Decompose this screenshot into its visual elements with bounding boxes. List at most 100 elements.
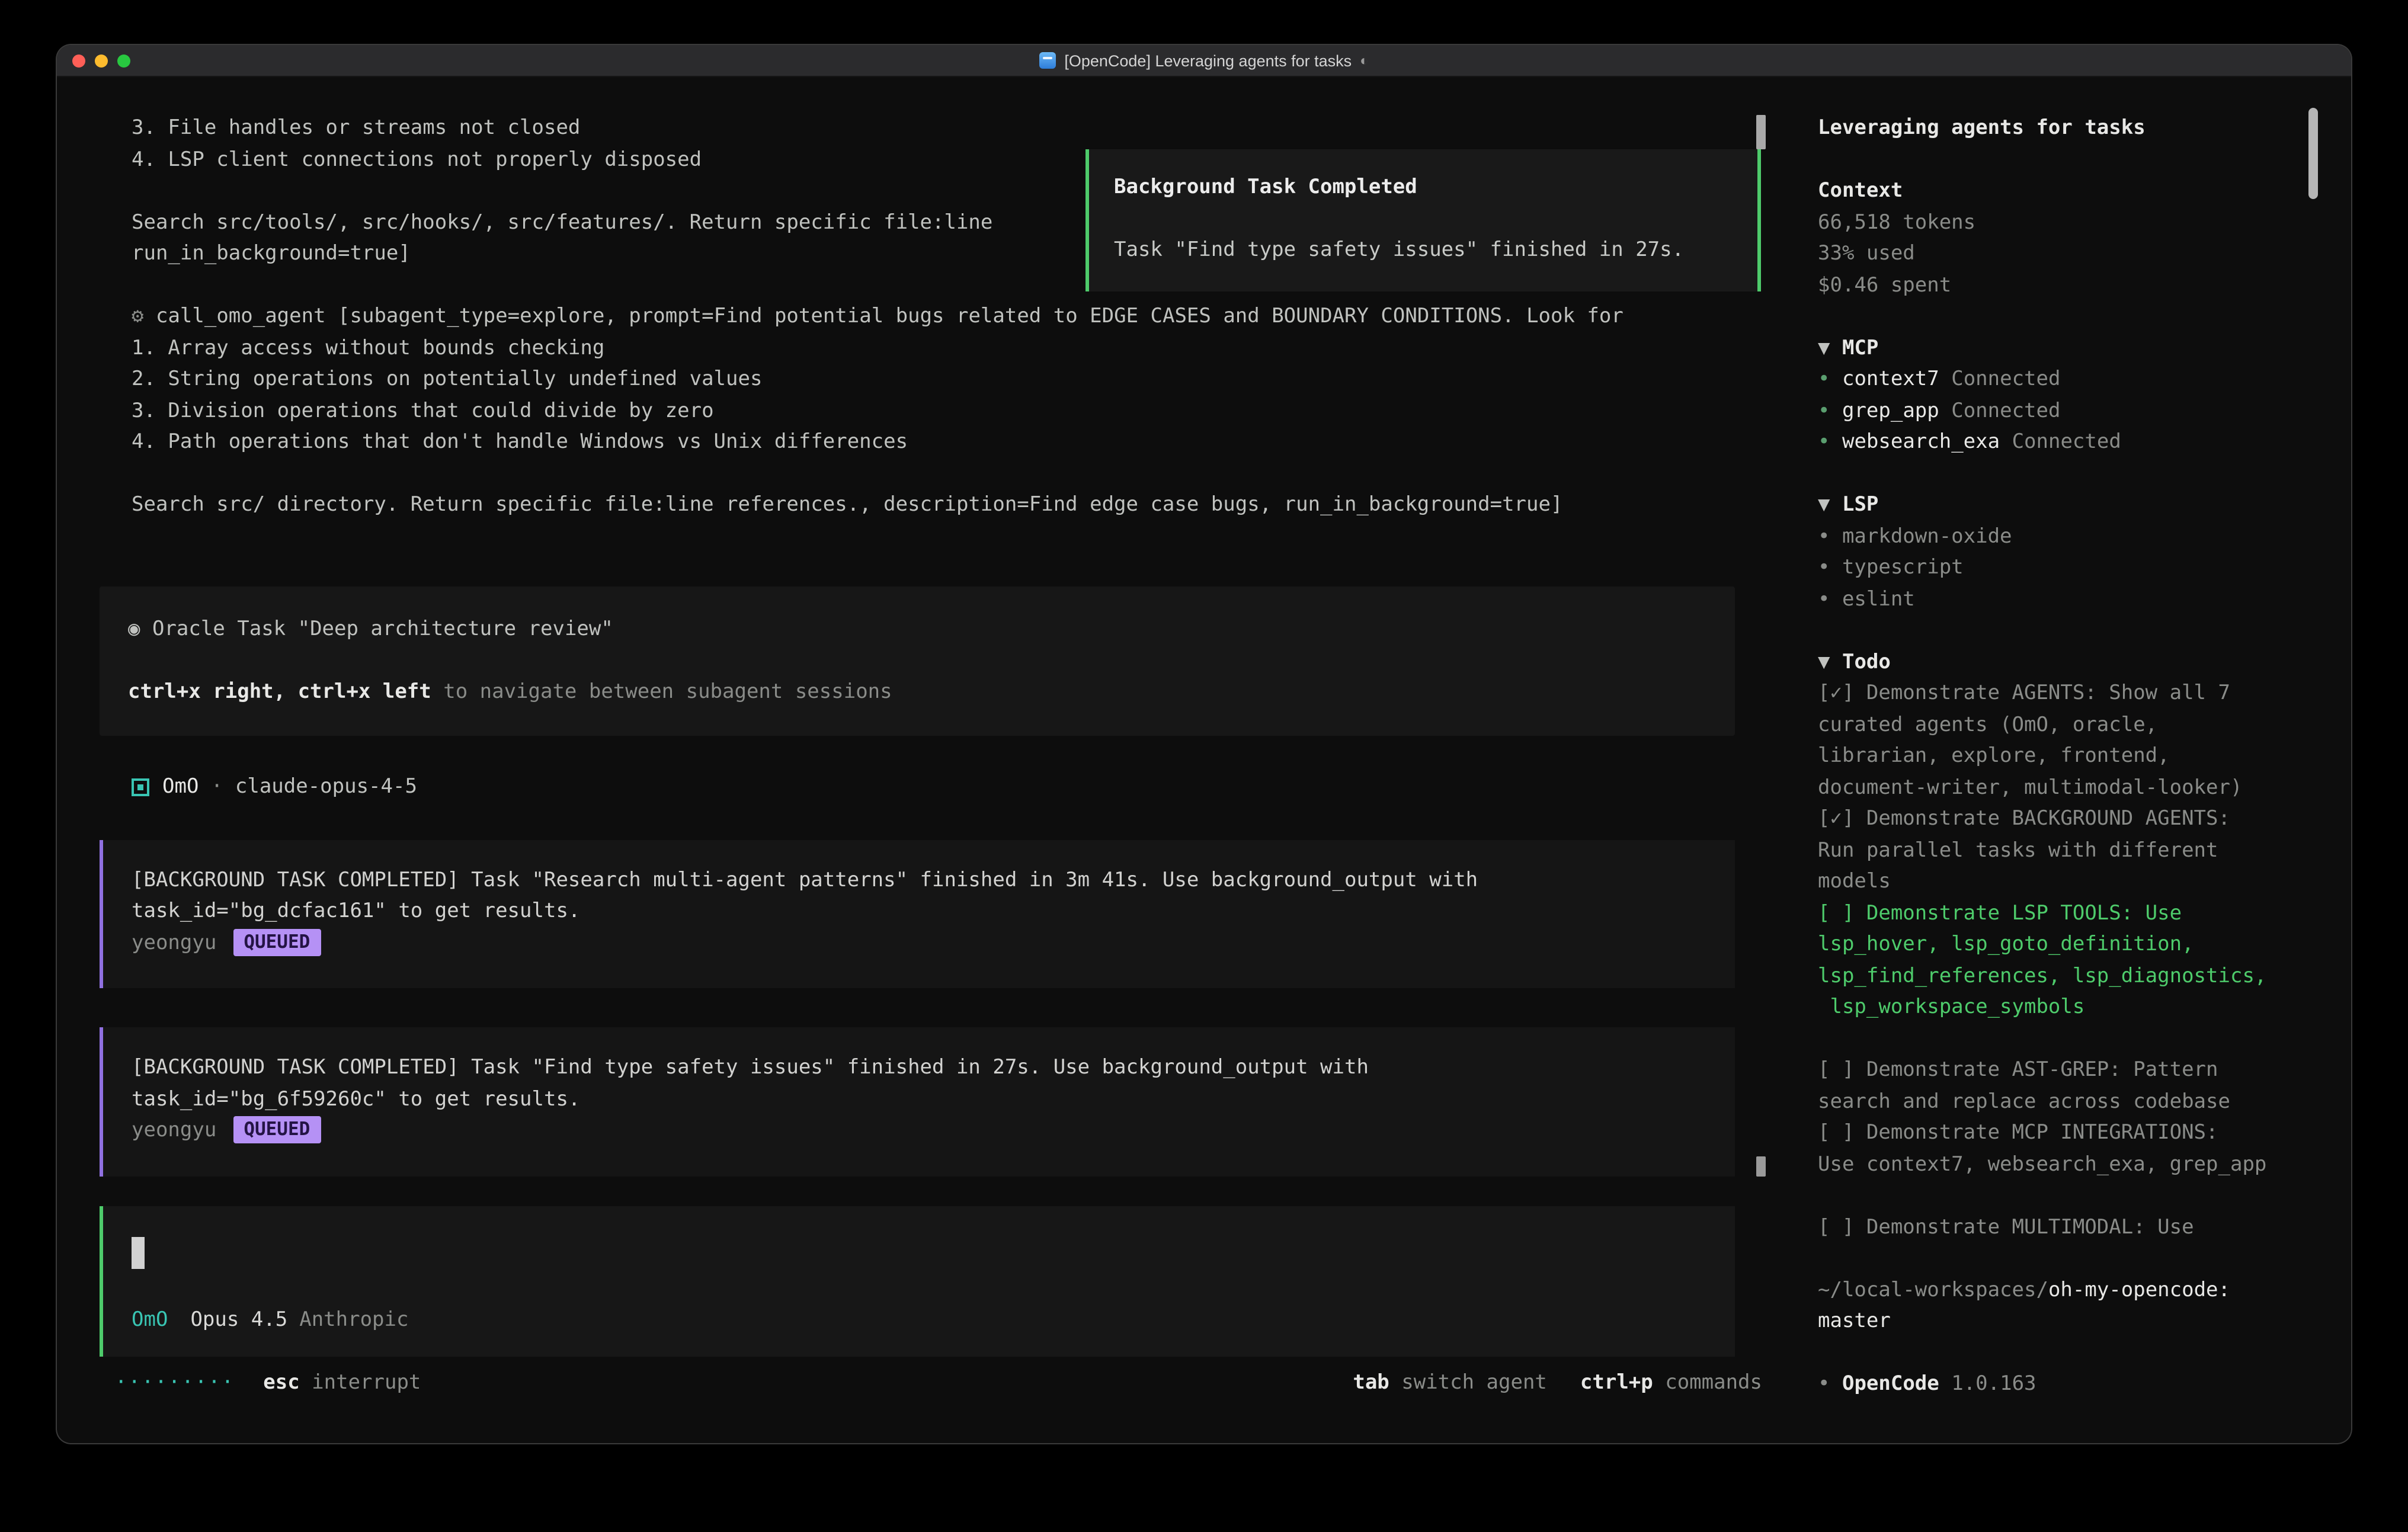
agent-model: claude-opus-4-5 [235,771,417,803]
scrollbar-thumb[interactable] [1756,1156,1766,1177]
text-line: lsp_find_references, lsp_diagnostics, [1818,960,2323,992]
text-line: document-writer, multimodal-looker) [1818,772,2323,803]
blank-line [1818,144,2323,175]
terminal-window: [OpenCode] Leveraging agents for tasks ◐… [57,45,2351,1443]
text-line: 3. Division operations that could divide… [100,395,1735,427]
input-agent-name: OmO [132,1308,168,1332]
text-line: Leveraging agents for tasks [1818,113,2323,144]
message-line: [BACKGROUND TASK COMPLETED] Task "Find t… [132,1052,1706,1084]
blank-line [1818,458,2323,489]
text-line: [ ] Demonstrate MULTIMODAL: Use [1818,1212,2323,1243]
text-line: 4. Path operations that don't handle Win… [100,427,1735,458]
toast-title: Background Task Completed [1114,172,1757,203]
ctrl-p-key-hint: ctrl+p [1580,1370,1653,1394]
window-controls [72,54,130,67]
text-line: Use context7, websearch_exa, grep_app [1818,1149,2323,1180]
text-line: 66,518 tokens [1818,207,2323,238]
window-title: [OpenCode] Leveraging agents for tasks ◐ [57,45,2351,76]
tab-key-hint: tab [1353,1370,1389,1394]
text-cursor [132,1236,145,1268]
text-line: [ ] Demonstrate LSP TOOLS: Use [1818,898,2323,929]
titlebar[interactable]: [OpenCode] Leveraging agents for tasks ◐ [57,45,2351,77]
blank-line [128,645,1706,676]
text-line: • websearch_exa Connected [1818,427,2323,458]
text-line: 3. File handles or streams not closed [100,113,1735,144]
text-line: curated agents (OmO, oracle, [1818,709,2323,741]
text-line: Search src/ directory. Return specific f… [100,489,1735,521]
input-provider-name: Anthropic [299,1308,408,1332]
text-line: [✓] Demonstrate BACKGROUND AGENTS: [1818,803,2323,835]
input-model-row: OmO Opus 4.5 Anthropic [132,1305,1706,1336]
text-line: ⚙ call_omo_agent [subagent_type=explore,… [100,301,1735,332]
sidebar-lines: Leveraging agents for tasks Context66,51… [1818,113,2323,1400]
message-author: yeongyu [132,931,216,954]
text-line: lsp_workspace_symbols [1818,992,2323,1023]
content-area: 3. File handles or streams not closed 4. … [57,77,2351,1443]
separator: · [198,771,235,803]
blank-line [100,458,1735,489]
blank-line [1818,615,2323,646]
close-button[interactable] [72,54,85,67]
keybind-hints: tab switch agentctrl+p commands [1353,1367,1762,1398]
text-line: • grep_app Connected [1818,395,2323,427]
text-line: • context7 Connected [1818,364,2323,395]
text-line: models [1818,866,2323,898]
agent-name: OmO [162,771,198,803]
text-line: [ ] Demonstrate MCP INTEGRATIONS: [1818,1117,2323,1149]
notification-toast: Background Task Completed Task "Find typ… [1085,149,1761,291]
background-task-message: [BACKGROUND TASK COMPLETED] Task "Find t… [100,1027,1735,1176]
message-meta: yeongyu QUEUED [132,1115,1706,1146]
message-meta: yeongyu QUEUED [132,927,1706,959]
message-author: yeongyu [132,1118,216,1142]
queued-badge: QUEUED [233,1116,321,1143]
oracle-task-title: ◉ Oracle Task "Deep architecture review" [128,613,1706,645]
queued-badge: QUEUED [233,928,321,956]
text-line: ▼ Todo [1818,646,2323,678]
scrollbar-thumb[interactable] [1756,115,1766,149]
message-line: task_id="bg_6f59260c" to get results. [132,1084,1706,1115]
agent-session-header: OmO · claude-opus-4-5 [100,771,1735,803]
subagent-navigation-hint: ctrl+x right, ctrl+x left to navigate be… [128,676,1706,707]
blank-line [1818,1337,2323,1368]
background-task-message: [BACKGROUND TASK COMPLETED] Task "Resear… [100,839,1735,988]
text-line: Context [1818,175,2323,207]
chat-transcript: 3. File handles or streams not closed 4. … [57,77,1794,1443]
blank-line [1818,1243,2323,1274]
activity-indicator-icon: ◐ [1360,52,1369,69]
esc-hint: esc interrupt [263,1367,421,1398]
text-line: librarian, explore, frontend, [1818,741,2323,772]
message-line: [BACKGROUND TASK COMPLETED] Task "Resear… [132,864,1706,896]
text-line: [ ] Demonstrate AST-GREP: Pattern [1818,1055,2323,1086]
text-line: • OpenCode 1.0.163 [1818,1368,2323,1400]
text-line: Run parallel tasks with different [1818,835,2323,866]
prompt-input[interactable]: OmO Opus 4.5 Anthropic [100,1206,1735,1356]
text-line: search and replace across codebase [1818,1086,2323,1117]
spinner-dots: ········· [115,1367,235,1398]
window-title-text: [OpenCode] Leveraging agents for tasks [1064,52,1352,69]
text-line: • eslint [1818,584,2323,615]
input-model-name: Opus 4.5 [190,1308,287,1332]
text-line: [✓] Demonstrate AGENTS: Show all 7 [1818,678,2323,709]
toast-body: Task "Find type safety issues" finished … [1114,235,1757,266]
sidebar: Leveraging agents for tasks Context66,51… [1794,77,2351,1443]
oracle-icon: ◉ [128,617,152,640]
sidebar-scrollbar-thumb[interactable] [2308,108,2318,199]
terminal-app-icon [1039,52,1056,69]
blank-line [1818,1023,2323,1055]
text-line: ▼ LSP [1818,489,2323,521]
text-line: ▼ MCP [1818,332,2323,364]
text-line: 33% used [1818,238,2323,270]
text-line: lsp_hover, lsp_goto_definition, [1818,929,2323,960]
text-line: master [1818,1306,2323,1337]
text-line: $0.46 spent [1818,270,2323,301]
desktop: [OpenCode] Leveraging agents for tasks ◐… [0,0,2408,1532]
text-line: ~/local-workspaces/oh-my-opencode: [1818,1274,2323,1306]
minimize-button[interactable] [95,54,108,67]
message-line: task_id="bg_dcfac161" to get results. [132,896,1706,927]
status-bar: ········· esc interrupt tab switch agent… [100,1367,1735,1398]
text-line: 1. Array access without bounds checking [100,332,1735,364]
text-line: • typescript [1818,552,2323,584]
zoom-button[interactable] [117,54,130,67]
oracle-task-panel: ◉ Oracle Task "Deep architecture review"… [100,586,1735,736]
text-line: • markdown-oxide [1818,521,2323,552]
